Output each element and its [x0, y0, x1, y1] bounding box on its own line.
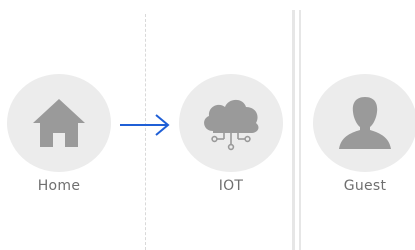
guest-label: Guest — [343, 178, 387, 194]
guest-circle — [313, 74, 415, 172]
iot-circle — [179, 74, 283, 172]
arrow-right-icon — [120, 114, 170, 136]
home-label: Home — [37, 178, 81, 194]
iot-label: IOT — [218, 178, 244, 194]
solid-divider-left — [292, 10, 295, 250]
home-icon — [33, 99, 85, 147]
iot-node[interactable]: IOT — [179, 74, 283, 194]
user-silhouette-icon — [339, 97, 391, 149]
guest-node[interactable]: Guest — [313, 74, 415, 194]
solid-divider-right — [299, 10, 301, 250]
cloud-iot-icon — [204, 99, 259, 151]
home-circle — [7, 74, 111, 172]
home-node[interactable]: Home — [7, 74, 111, 194]
